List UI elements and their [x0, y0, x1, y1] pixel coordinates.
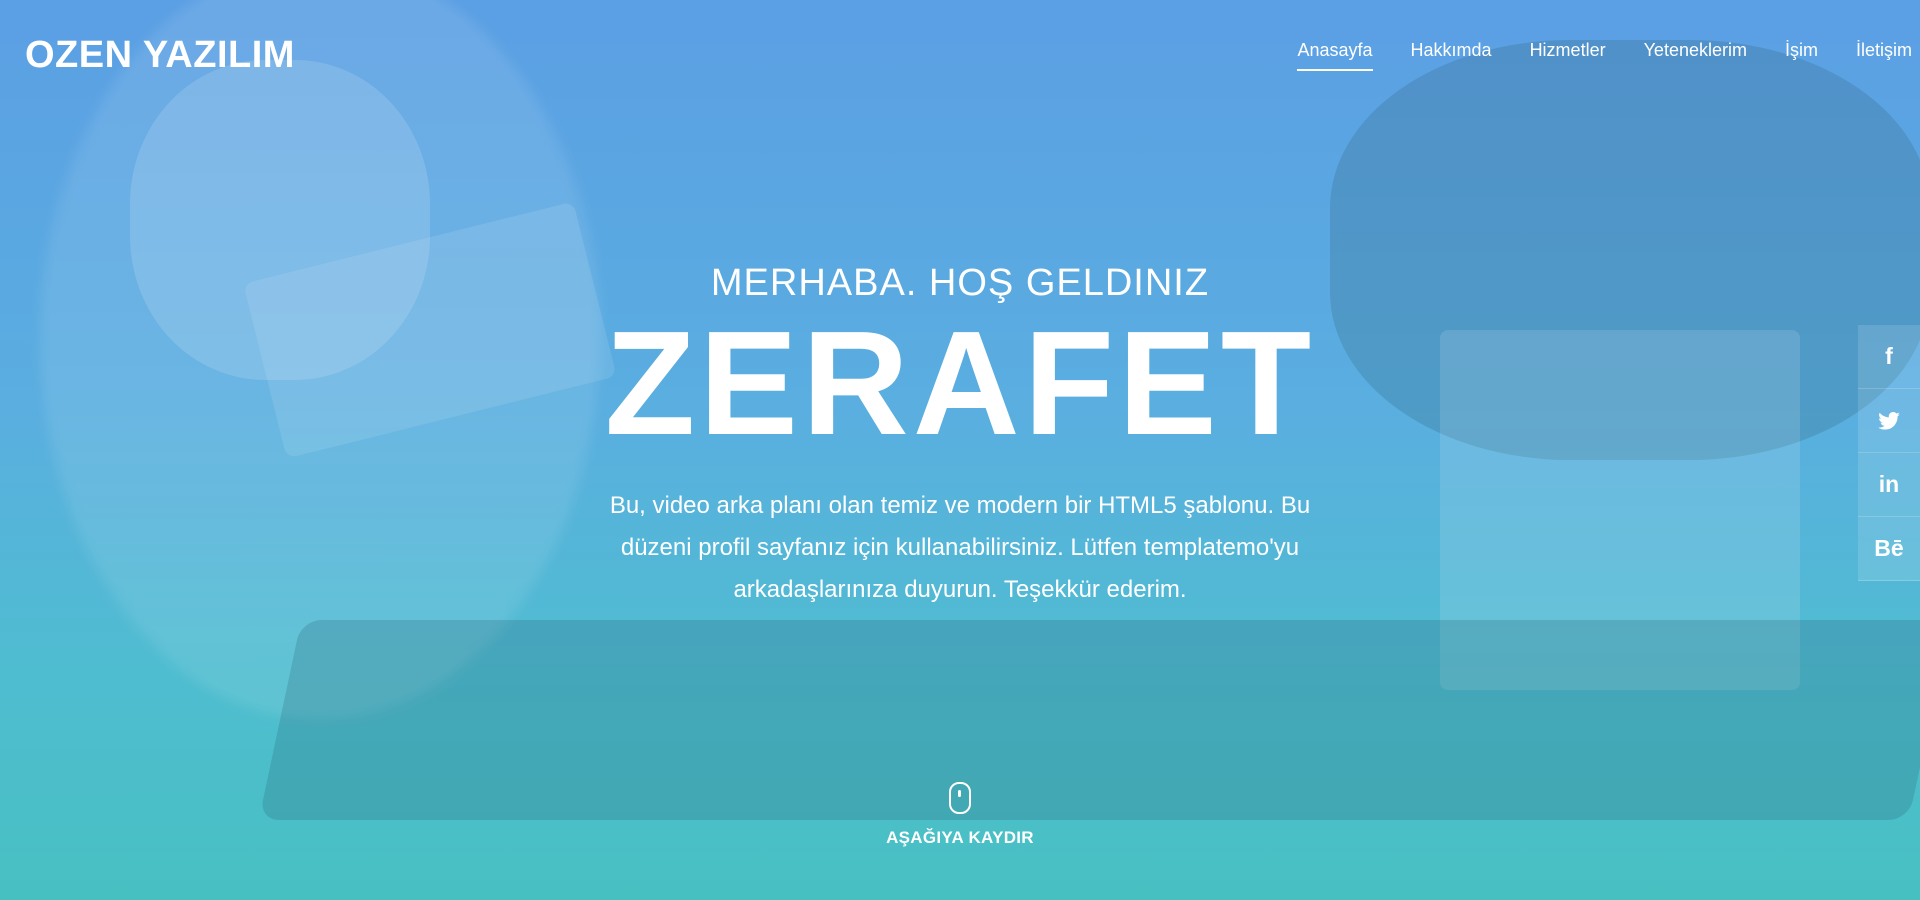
- site-logo[interactable]: OZEN YAZILIM: [25, 34, 295, 77]
- scroll-down[interactable]: AŞAĞIYA KAYDIR: [0, 782, 1920, 848]
- nav-item-hakkimda[interactable]: Hakkımda: [1411, 40, 1492, 71]
- social-links: f in Bē: [1858, 325, 1920, 581]
- twitter-bird-glyph: [1878, 411, 1900, 430]
- hero-description: Bu, video arka planı olan temiz ve moder…: [609, 492, 1311, 603]
- linkedin-icon[interactable]: in: [1858, 453, 1920, 517]
- hero-title: ZERAFET: [604, 301, 1316, 466]
- nav-item-iletisim[interactable]: İletişim: [1856, 40, 1912, 71]
- facebook-icon[interactable]: f: [1858, 325, 1920, 389]
- main-nav: Anasayfa Hakkımda Hizmetler Yeteneklerim…: [1297, 40, 1912, 71]
- mouse-icon: [949, 782, 971, 814]
- scroll-down-label: AŞAĞIYA KAYDIR: [886, 828, 1034, 847]
- behance-icon[interactable]: Bē: [1858, 517, 1920, 581]
- nav-item-anasayfa[interactable]: Anasayfa: [1297, 40, 1373, 71]
- nav-item-hizmetler[interactable]: Hizmetler: [1530, 40, 1606, 71]
- twitter-icon[interactable]: [1858, 389, 1920, 453]
- hero-section: MERHABA. HOŞ GELDINIZ ZERAFET Bu, video …: [0, 262, 1920, 611]
- nav-item-isim[interactable]: İşim: [1785, 40, 1818, 71]
- nav-item-yeteneklerim[interactable]: Yeteneklerim: [1644, 40, 1747, 71]
- hero-subtitle: MERHABA. HOŞ GELDINIZ: [710, 262, 1210, 304]
